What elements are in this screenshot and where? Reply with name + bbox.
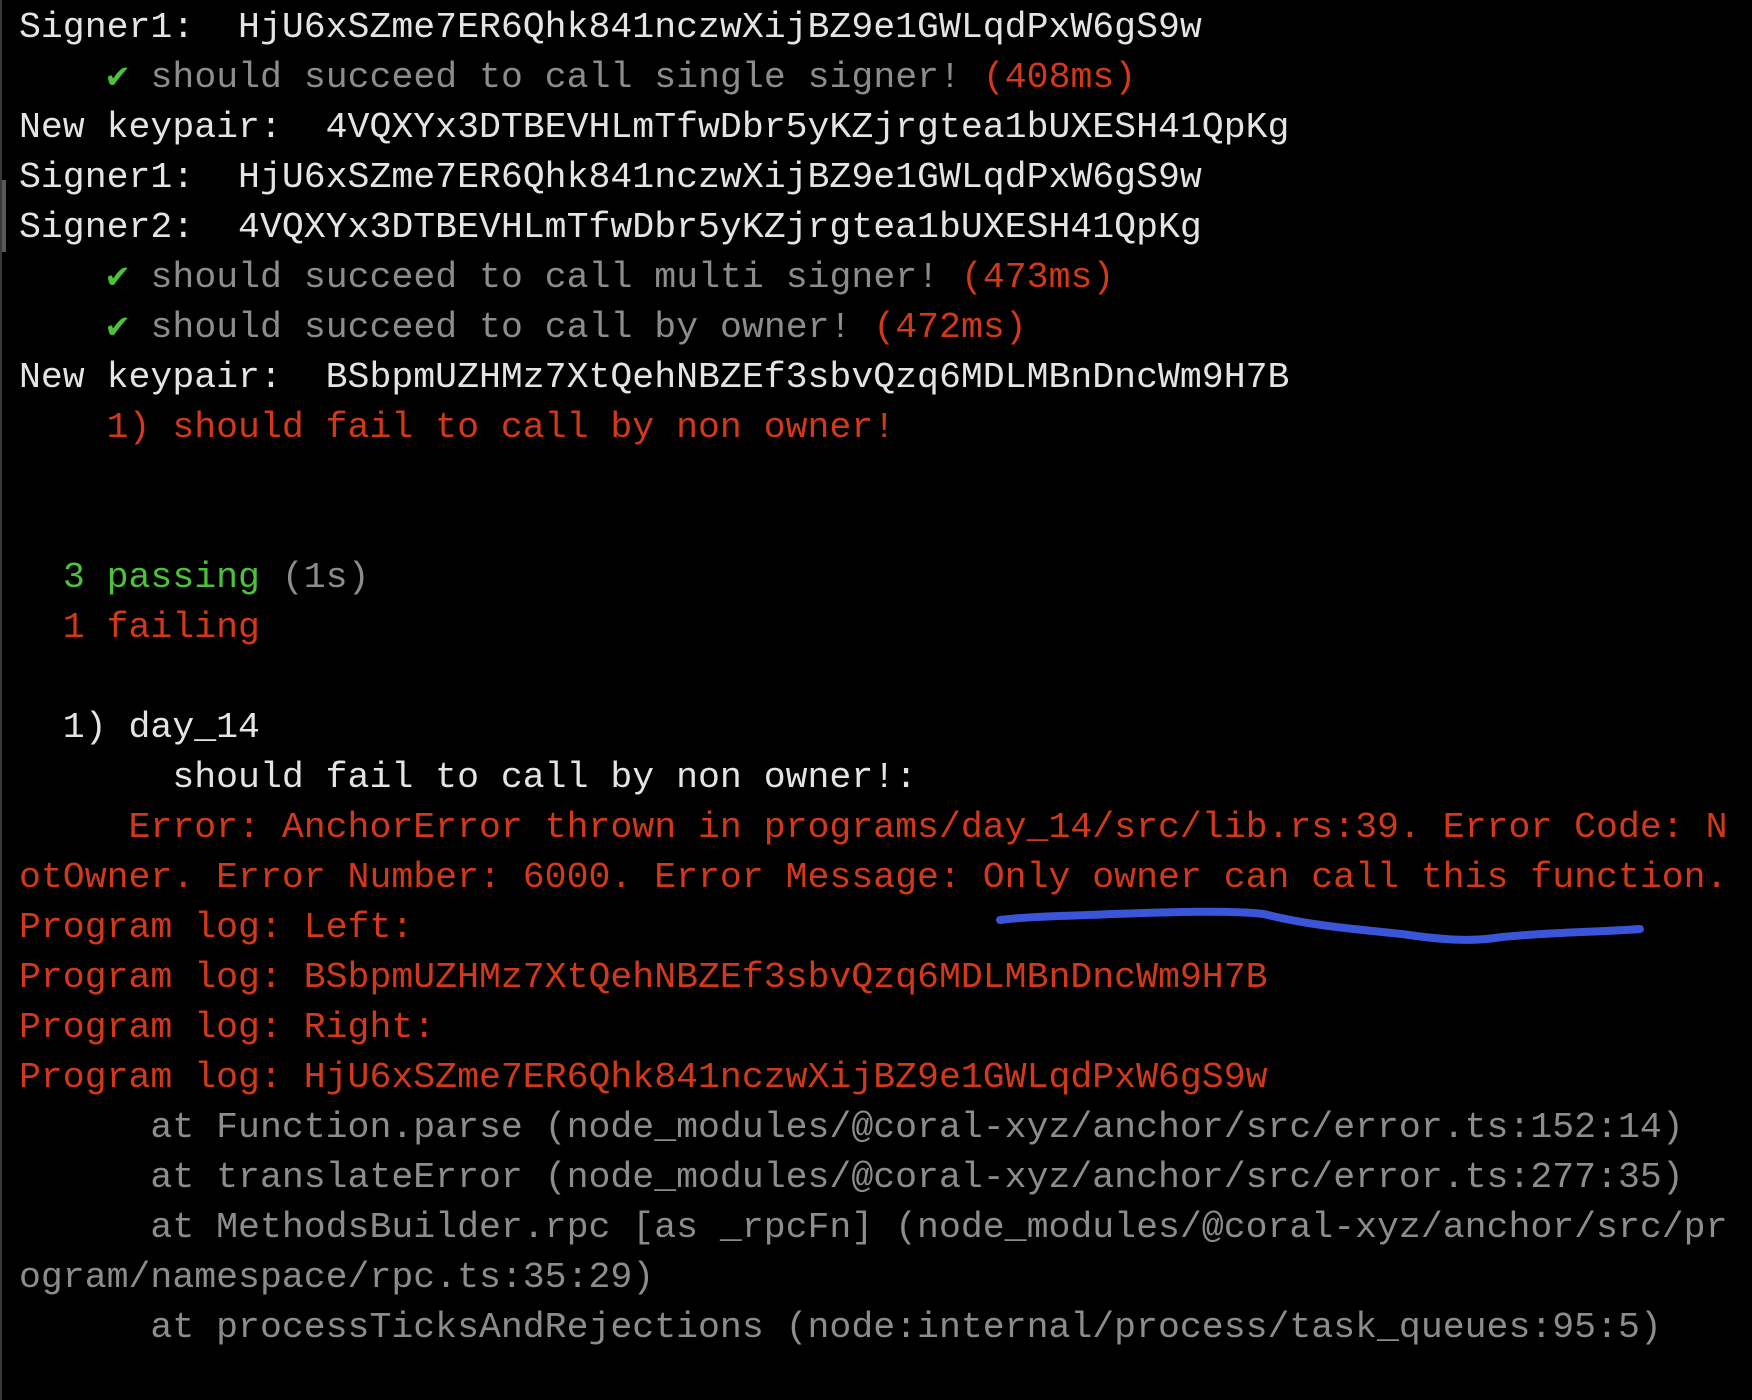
- line-text: should succeed to call multi signer!: [128, 257, 961, 298]
- line-text: at translateError (node_modules/@coral-x…: [19, 1157, 1684, 1198]
- terminal-line: Signer1: HjU6xSZme7ER6Qhk841nczwXijBZ9e1…: [19, 153, 1727, 203]
- terminal-line: New keypair: 4VQXYx3DTBEVHLmTfwDbr5yKZjr…: [19, 103, 1727, 153]
- line-text: [19, 57, 107, 98]
- terminal-line: 3 passing (1s): [19, 553, 1727, 603]
- terminal-line: at Function.parse (node_modules/@coral-x…: [19, 1103, 1727, 1153]
- checkmark-icon: ✔: [106, 57, 129, 98]
- line-text: at MethodsBuilder.rpc [as _rpcFn] (node_…: [19, 1207, 1728, 1248]
- line-text: New keypair: BSbpmUZHMz7XtQehNBZEf3sbvQz…: [19, 357, 1290, 398]
- terminal-line: ✔ should succeed to call multi signer! (…: [19, 253, 1727, 303]
- terminal-line: at MethodsBuilder.rpc [as _rpcFn] (node_…: [19, 1203, 1727, 1253]
- line-text: should succeed to call single signer!: [128, 57, 983, 98]
- line-text: Program log: HjU6xSZme7ER6Qhk841nczwXijB…: [19, 1057, 1268, 1098]
- terminal-window: Signer1: HjU6xSZme7ER6Qhk841nczwXijBZ9e1…: [0, 0, 1752, 1400]
- line-text: Program log: Right:: [19, 1007, 436, 1048]
- line-text: ogram/namespace/rpc.ts:35:29): [19, 1257, 655, 1298]
- terminal-line: ogram/namespace/rpc.ts:35:29): [19, 1253, 1727, 1303]
- line-text: (472ms): [873, 307, 1027, 348]
- line-text: (1s): [259, 557, 370, 598]
- line-text: at Function.parse (node_modules/@coral-x…: [19, 1107, 1684, 1148]
- terminal-line: Program log: BSbpmUZHMz7XtQehNBZEf3sbvQz…: [19, 953, 1727, 1003]
- line-text: [19, 557, 63, 598]
- terminal-line: Signer2: 4VQXYx3DTBEVHLmTfwDbr5yKZjrgtea…: [19, 203, 1727, 253]
- checkmark-icon: ✔: [106, 257, 129, 298]
- terminal-line: at translateError (node_modules/@coral-x…: [19, 1153, 1727, 1203]
- line-text: (408ms): [982, 57, 1137, 98]
- line-text: 1) day_14: [19, 707, 260, 748]
- terminal-line: should fail to call by non owner!:: [19, 753, 1727, 803]
- checkmark-icon: ✔: [106, 307, 129, 348]
- terminal-line: Program log: Left:: [19, 903, 1727, 953]
- terminal-line: Program log: HjU6xSZme7ER6Qhk841nczwXijB…: [19, 1053, 1727, 1103]
- terminal-line: ✔ should succeed to call single signer! …: [19, 53, 1727, 103]
- terminal-line: Signer1: HjU6xSZme7ER6Qhk841nczwXijBZ9e1…: [19, 3, 1727, 53]
- terminal-line: ✔ should succeed to call by owner! (472m…: [19, 303, 1727, 353]
- scroll-indicator[interactable]: [2, 180, 6, 252]
- line-text: Signer1: HjU6xSZme7ER6Qhk841nczwXijBZ9e1…: [19, 7, 1202, 48]
- terminal-line: 1) day_14: [19, 703, 1727, 753]
- terminal-line: New keypair: BSbpmUZHMz7XtQehNBZEf3sbvQz…: [19, 353, 1727, 403]
- line-text: 1 failing: [19, 607, 260, 648]
- terminal-line: 1) should fail to call by non owner!: [19, 403, 1727, 453]
- line-text: Error: AnchorError thrown in programs/da…: [19, 807, 1728, 848]
- line-text: Program log: BSbpmUZHMz7XtQehNBZEf3sbvQz…: [19, 957, 1268, 998]
- terminal-line: otOwner. Error Number: 6000. Error Messa…: [19, 853, 1727, 903]
- line-text: 3 passing: [62, 557, 260, 598]
- line-text: Signer2: 4VQXYx3DTBEVHLmTfwDbr5yKZjrgtea…: [19, 207, 1202, 248]
- line-text: should succeed to call by owner!: [128, 307, 874, 348]
- line-text: 1) should fail to call by non owner!: [19, 407, 896, 448]
- line-text: Signer1: HjU6xSZme7ER6Qhk841nczwXijBZ9e1…: [19, 157, 1202, 198]
- line-text: New keypair: 4VQXYx3DTBEVHLmTfwDbr5yKZjr…: [19, 107, 1290, 148]
- line-text: Program log: Left:: [19, 907, 414, 948]
- terminal-output: Signer1: HjU6xSZme7ER6Qhk841nczwXijBZ9e1…: [19, 3, 1727, 1353]
- line-text: [19, 307, 107, 348]
- terminal-line: Error: AnchorError thrown in programs/da…: [19, 803, 1728, 853]
- line-text: should fail to call by non owner!:: [19, 757, 918, 798]
- terminal-line: at processTicksAndRejections (node:inter…: [19, 1303, 1727, 1353]
- line-text: at processTicksAndRejections (node:inter…: [19, 1307, 1662, 1348]
- line-text: (473ms): [960, 257, 1115, 298]
- line-text: [19, 257, 107, 298]
- line-text: otOwner. Error Number: 6000. Error Messa…: [19, 857, 1728, 898]
- terminal-line: Program log: Right:: [19, 1003, 1727, 1053]
- terminal-line: 1 failing: [19, 603, 1727, 653]
